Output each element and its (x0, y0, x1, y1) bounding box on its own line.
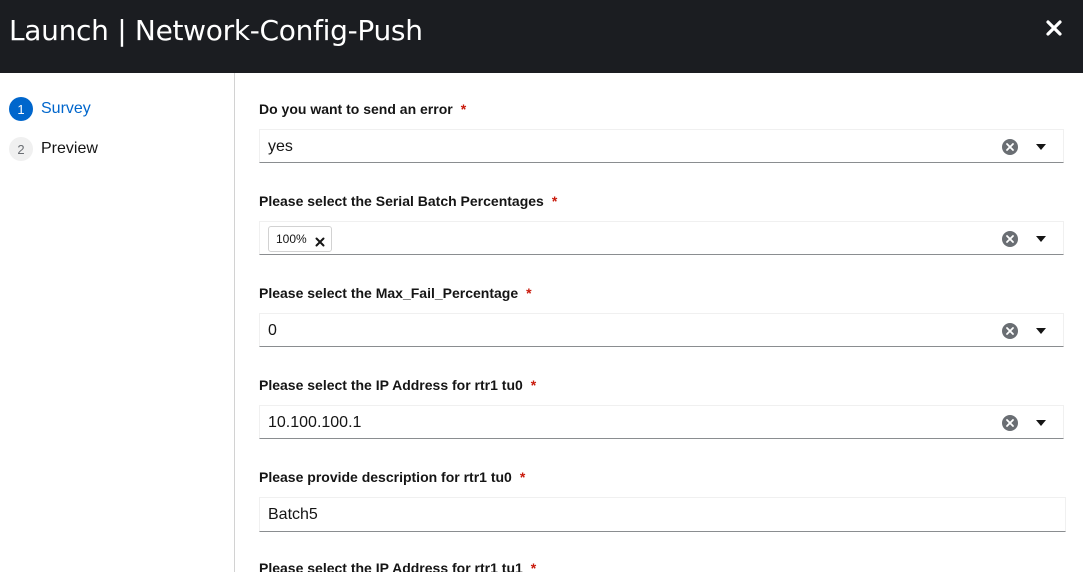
modal-header: Launch | Network-Config-Push (0, 0, 1083, 73)
caret-down-icon[interactable] (1034, 140, 1048, 154)
required-marker: * (519, 469, 526, 485)
max-fail-select[interactable]: 0 (259, 313, 1064, 347)
serial-batch-multiselect[interactable]: 100% (259, 221, 1064, 255)
close-icon[interactable] (1042, 16, 1066, 40)
step-label: Survey (41, 100, 91, 117)
field-label-serial-batch: Please select the Serial Batch Percentag… (259, 193, 558, 209)
field-label-ip-tu1: Please select the IP Address for rtr1 tu… (259, 559, 536, 572)
wizard-step-preview[interactable]: 2 Preview (9, 137, 98, 161)
selected-chip: 100% (268, 226, 332, 252)
wizard-nav: 1 Survey 2 Preview (0, 73, 235, 572)
clear-icon[interactable] (1002, 231, 1018, 247)
required-marker: * (526, 285, 532, 301)
step-label: Preview (41, 140, 98, 157)
step-number-badge: 1 (9, 97, 33, 121)
step-number-badge: 2 (9, 137, 33, 161)
select-value: 0 (268, 322, 277, 339)
required-marker: * (460, 101, 467, 117)
field-label-max-fail: Please select the Max_Fail_Percentage * (259, 285, 532, 301)
survey-form: Do you want to send an error * yes Please… (235, 73, 1083, 572)
field-label-ip-tu0: Please select the IP Address for rtr1 tu… (259, 377, 537, 393)
modal-title: Launch | Network-Config-Push (9, 14, 423, 47)
send-error-select[interactable]: yes (259, 129, 1064, 163)
clear-icon[interactable] (1002, 415, 1018, 431)
select-value: yes (268, 138, 293, 155)
chip-label: 100% (276, 232, 307, 246)
caret-down-icon[interactable] (1034, 232, 1048, 246)
select-value: 10.100.100.1 (268, 414, 362, 431)
clear-icon[interactable] (1002, 139, 1018, 155)
clear-icon[interactable] (1002, 323, 1018, 339)
required-marker: * (530, 560, 537, 572)
wizard-step-survey[interactable]: 1 Survey (9, 97, 91, 121)
caret-down-icon[interactable] (1034, 324, 1048, 338)
caret-down-icon[interactable] (1034, 416, 1048, 430)
chip-remove-icon[interactable] (315, 234, 325, 247)
field-label-send-error: Do you want to send an error * (259, 101, 467, 117)
description-tu0-input[interactable] (259, 497, 1066, 532)
required-marker: * (530, 377, 537, 393)
ip-tu0-select[interactable]: 10.100.100.1 (259, 405, 1064, 439)
field-label-description-tu0: Please provide description for rtr1 tu0 * (259, 469, 526, 485)
required-marker: * (551, 193, 558, 209)
